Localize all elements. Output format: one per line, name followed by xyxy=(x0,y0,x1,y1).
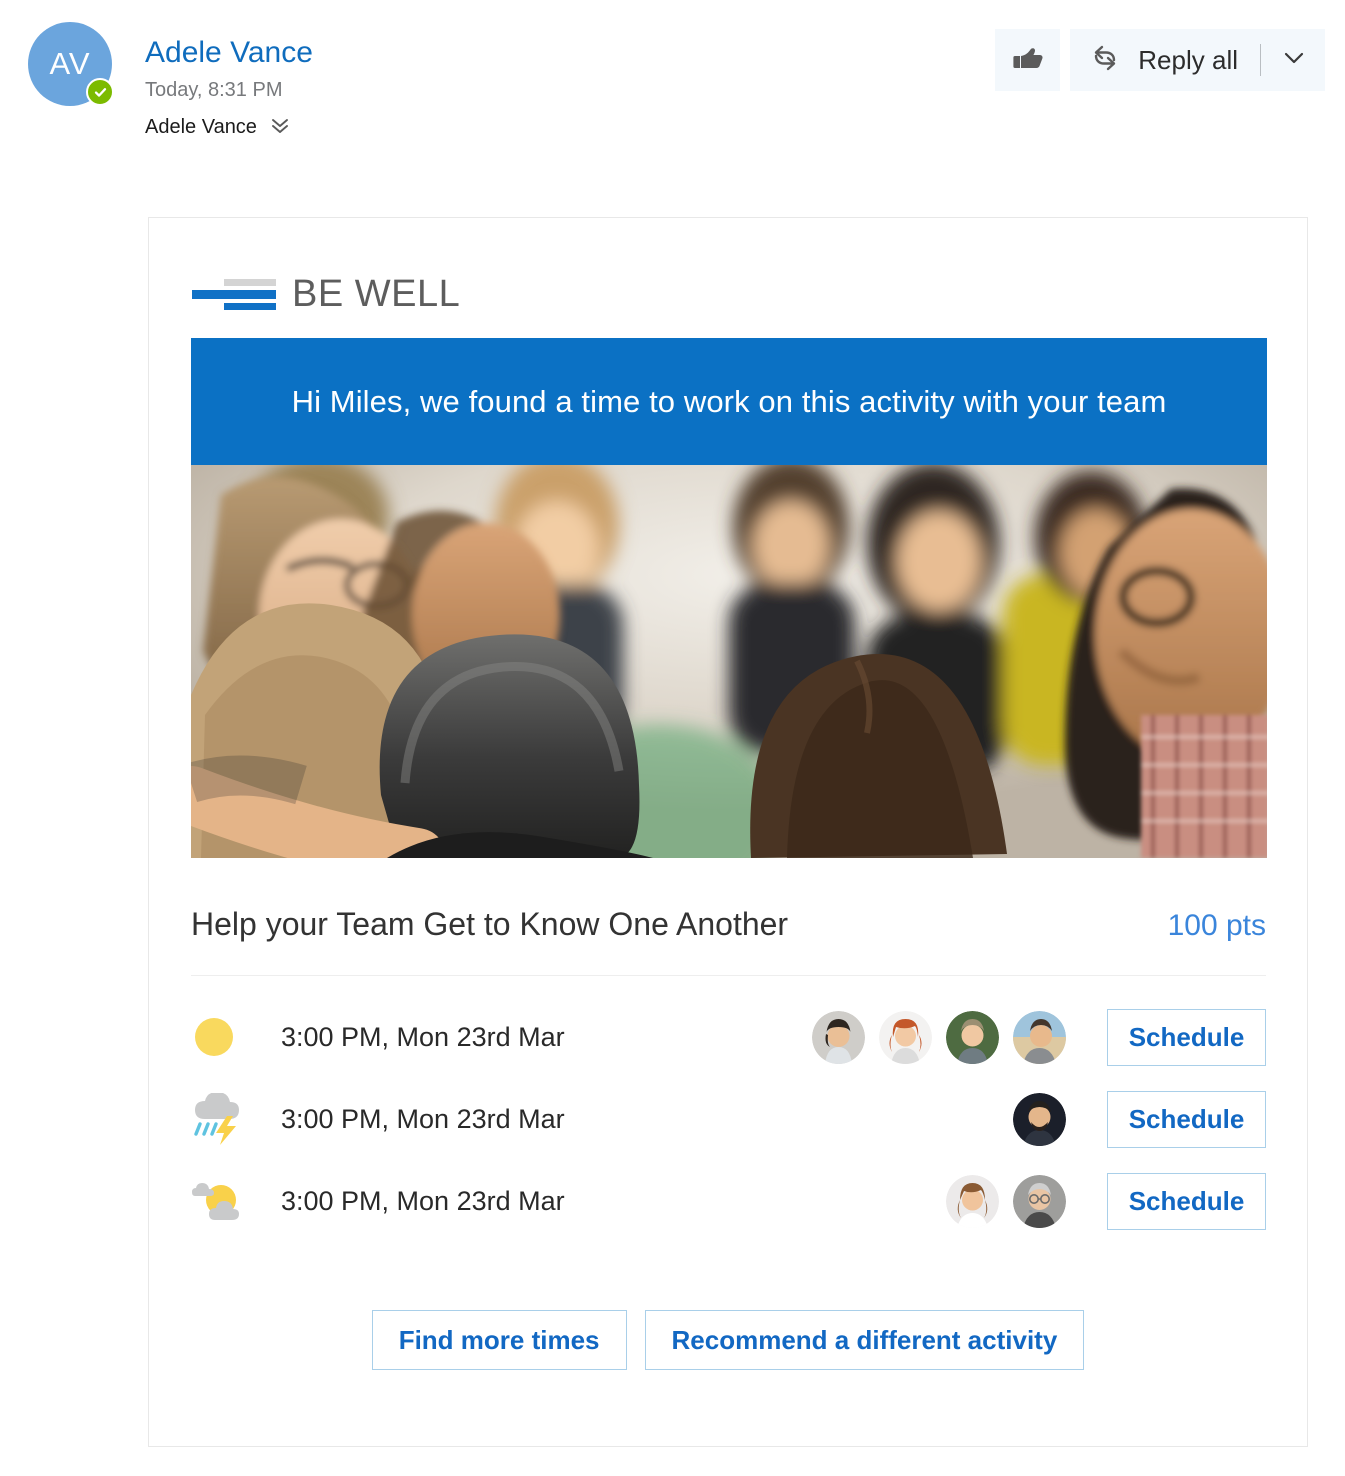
like-button[interactable] xyxy=(995,29,1061,91)
header-actions: Reply all xyxy=(995,29,1325,91)
time-slot-row: 3:00 PM, Mon 23rd Mar Schedule xyxy=(191,1078,1266,1160)
recommend-activity-button[interactable]: Recommend a different activity xyxy=(644,1310,1085,1370)
hero-image xyxy=(191,465,1267,858)
recipient-row[interactable]: Adele Vance xyxy=(145,114,1325,141)
attendee-avatars xyxy=(812,1010,1066,1064)
attendee-avatar[interactable] xyxy=(1013,1092,1066,1146)
schedule-button[interactable]: Schedule xyxy=(1107,1090,1266,1148)
find-more-times-button[interactable]: Find more times xyxy=(371,1310,627,1370)
thunderstorm-icon xyxy=(191,1093,257,1145)
attendee-avatar[interactable] xyxy=(879,1010,932,1064)
attendee-avatar[interactable] xyxy=(946,1010,999,1064)
activity-title-row: Help your Team Get to Know One Another 1… xyxy=(191,858,1266,943)
reply-all-button[interactable]: Reply all xyxy=(1070,29,1325,91)
partly-sunny-icon xyxy=(191,1176,257,1226)
attendee-avatar[interactable] xyxy=(812,1010,865,1064)
brand-logo: BE WELL xyxy=(149,218,1307,316)
hero-photo-render xyxy=(191,465,1267,858)
time-slot-list: 3:00 PM, Mon 23rd Mar Schedule 3:00 PM, … xyxy=(191,996,1266,1242)
chevron-double-down-icon[interactable] xyxy=(269,114,291,141)
action-separator xyxy=(1260,44,1261,76)
attendee-avatar[interactable] xyxy=(1013,1174,1066,1228)
schedule-button[interactable]: Schedule xyxy=(1107,1008,1266,1066)
greeting-banner: Hi Miles, we found a time to work on thi… xyxy=(191,338,1267,465)
time-slot-row: 3:00 PM, Mon 23rd Mar Schedule xyxy=(191,1160,1266,1242)
slot-time: 3:00 PM, Mon 23rd Mar xyxy=(281,1185,565,1216)
points-badge: 100 pts xyxy=(1167,909,1266,942)
section-divider xyxy=(191,975,1266,976)
attendee-avatars xyxy=(946,1174,1066,1228)
time-slot-row: 3:00 PM, Mon 23rd Mar Schedule xyxy=(191,996,1266,1078)
greeting-text: Hi Miles, we found a time to work on thi… xyxy=(291,383,1167,419)
presence-available-icon xyxy=(86,78,114,106)
reply-all-label: Reply all xyxy=(1138,44,1238,75)
email-card: BE WELL Hi Miles, we found a time to wor… xyxy=(148,217,1308,1447)
card-footer-actions: Find more times Recommend a different ac… xyxy=(149,1310,1307,1370)
attendee-avatar[interactable] xyxy=(1013,1010,1066,1064)
attendee-avatar[interactable] xyxy=(946,1174,999,1228)
avatar[interactable]: AV xyxy=(28,22,114,106)
recipient-name: Adele Vance xyxy=(145,115,257,138)
be-well-bars-icon xyxy=(192,278,276,312)
attendee-avatars xyxy=(1013,1092,1066,1146)
message-header: AV Adele Vance Today, 8:31 PM Adele Vanc… xyxy=(0,0,1345,175)
schedule-button[interactable]: Schedule xyxy=(1107,1172,1266,1230)
chevron-down-icon[interactable] xyxy=(1281,45,1307,76)
sunny-icon xyxy=(191,1013,257,1061)
brand-name: BE WELL xyxy=(292,273,461,315)
slot-time: 3:00 PM, Mon 23rd Mar xyxy=(281,1103,565,1134)
thumbs-up-icon xyxy=(1011,43,1045,78)
slot-time: 3:00 PM, Mon 23rd Mar xyxy=(281,1021,565,1052)
activity-title: Help your Team Get to Know One Another xyxy=(191,906,789,942)
reply-all-icon xyxy=(1088,41,1122,80)
